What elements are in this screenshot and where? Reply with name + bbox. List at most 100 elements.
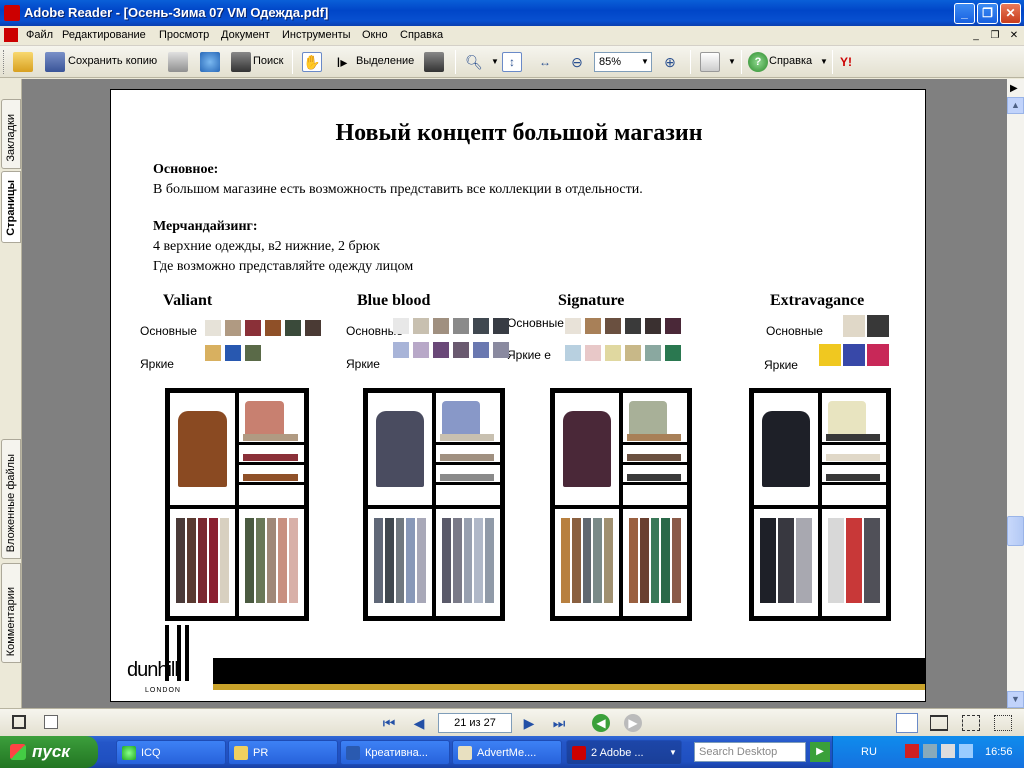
title-bar[interactable]: Adobe Reader - [Осень-Зима 07 VM Одежда.… [0, 0, 1024, 26]
panel-toggle-icon[interactable] [12, 715, 26, 729]
close-button[interactable]: ✕ [1000, 3, 1021, 24]
previous-page-button[interactable]: ◀ [410, 714, 428, 732]
language-indicator[interactable]: RU [861, 746, 877, 758]
help-icon[interactable]: ? [748, 52, 768, 72]
hanging-trousers [474, 517, 484, 603]
hanging-trousers [846, 517, 862, 603]
fit-width-icon[interactable]: ↔ [535, 52, 555, 72]
bright-swatch [565, 345, 581, 361]
search-button[interactable]: Поиск [253, 55, 283, 67]
scroll-down-button[interactable]: ▼ [1007, 691, 1024, 708]
page-layout-icon[interactable] [700, 52, 720, 72]
doc-minimize-button[interactable]: _ [968, 29, 984, 43]
help-button[interactable]: Справка [769, 55, 812, 67]
continuous-view-icon[interactable] [930, 715, 948, 731]
task-pr-label: PR [253, 747, 269, 759]
menu-help[interactable]: Справка [400, 29, 443, 41]
signature-basic-label: Основные [507, 316, 564, 330]
previous-view-button[interactable]: ◀ [592, 714, 610, 732]
doc-close-button[interactable]: ✕ [1006, 29, 1022, 43]
select-tool-button[interactable]: Выделение [356, 55, 414, 67]
zoom-out-icon[interactable]: ⊖ [567, 52, 587, 72]
next-view-button[interactable]: ▶ [624, 714, 642, 732]
task-adobe-reader-group[interactable]: 2 Adobe ... ▼ [566, 740, 682, 765]
wardrobe-shelf [170, 504, 304, 509]
brand-city: LONDON [145, 687, 181, 694]
tab-bookmarks[interactable]: Закладки [1, 99, 21, 169]
jacket [762, 411, 810, 487]
hanging-trousers [650, 517, 660, 603]
scroll-up-button[interactable]: ▲ [1007, 97, 1024, 114]
menu-view[interactable]: Просмотр [159, 29, 209, 41]
scroll-thumb[interactable] [1007, 516, 1024, 546]
folded-item [440, 454, 494, 462]
save-copy-button[interactable]: Сохранить копию [68, 55, 157, 67]
single-page-view-icon[interactable] [896, 713, 918, 733]
zoom-select-arrow-icon[interactable]: ▼ [641, 57, 649, 66]
task-pr-folder[interactable]: PR [228, 740, 338, 765]
binoculars-icon[interactable] [231, 52, 251, 72]
task-icq[interactable]: ICQ [116, 740, 226, 765]
tab-attachments[interactable]: Вложенные файлы [1, 439, 21, 559]
stack-shelf [820, 442, 886, 446]
print-icon[interactable] [168, 52, 188, 72]
hanging-trousers [571, 517, 581, 603]
vertical-scrollbar[interactable]: ▶ ▲ ▼ [1007, 79, 1024, 708]
fit-page-icon[interactable]: ↕ [502, 52, 522, 72]
email-globe-icon[interactable] [200, 52, 220, 72]
continuous-facing-view-icon[interactable] [994, 715, 1012, 731]
extravagance-bright-label: Яркие [764, 358, 798, 372]
snapshot-camera-icon[interactable] [424, 52, 444, 72]
page-number-field[interactable]: 21 из 27 [438, 713, 512, 733]
task-advertme[interactable]: AdvertMe.... [452, 740, 562, 765]
help-dropdown-icon[interactable]: ▼ [814, 52, 834, 72]
zoom-in-tool-icon[interactable]: 🔍︎ [464, 52, 484, 72]
facing-view-icon[interactable] [962, 715, 980, 731]
yahoo-toolbar-icon[interactable]: Y! [840, 52, 876, 72]
wardrobe-shelf [555, 504, 687, 509]
bright-swatch [453, 342, 469, 358]
hand-tool-icon[interactable]: ✋ [302, 52, 322, 72]
page-panel-icon[interactable] [44, 715, 58, 729]
menu-file[interactable]: Файл [26, 29, 53, 41]
open-folder-icon[interactable] [13, 52, 33, 72]
hanging-trousers [760, 517, 776, 603]
zoom-field[interactable]: 85% ▼ [594, 52, 652, 72]
brand-name: dunhill [127, 659, 179, 681]
document-viewport[interactable]: Новый концепт большой магазин Основное: … [22, 79, 1007, 708]
basic-swatch [205, 320, 221, 336]
hanging-trousers [452, 517, 462, 603]
menu-window[interactable]: Окно [362, 29, 388, 41]
last-page-button[interactable]: ⏭ [550, 714, 568, 732]
first-page-button[interactable]: ⏮ [380, 714, 398, 732]
text-select-icon[interactable]: I▸ [332, 52, 352, 72]
antivirus-icon[interactable] [905, 744, 919, 758]
hanging-trousers [639, 517, 649, 603]
stack-shelf [434, 462, 500, 466]
menu-edit[interactable]: Редактирование [62, 29, 146, 41]
tab-comments[interactable]: Комментарии [1, 563, 21, 663]
search-go-button[interactable]: ▶ [810, 742, 830, 762]
menu-tools[interactable]: Инструменты [282, 29, 351, 41]
tab-pages[interactable]: Страницы [1, 171, 21, 243]
stack-shelf [237, 462, 304, 466]
tray-app-icon[interactable] [959, 744, 973, 758]
desktop-search-input[interactable]: Search Desktop [694, 742, 806, 762]
layout-dropdown-icon[interactable]: ▼ [722, 52, 742, 72]
start-button[interactable]: пуск [0, 736, 98, 768]
menu-document[interactable]: Документ [221, 29, 270, 41]
next-page-button[interactable]: ▶ [520, 714, 538, 732]
stack-shelf [434, 442, 500, 446]
zoom-in-icon[interactable]: ⊕ [660, 52, 680, 72]
save-disk-icon[interactable] [45, 52, 65, 72]
task-word-document[interactable]: Креативна... [340, 740, 450, 765]
network-icon[interactable] [923, 744, 937, 758]
doc-restore-button[interactable]: ❐ [987, 29, 1003, 43]
panel-arrow-icon[interactable]: ▶ [1010, 83, 1018, 94]
basic-swatch [245, 320, 261, 336]
minimize-button[interactable]: _ [954, 3, 975, 24]
maximize-button[interactable]: ❐ [977, 3, 998, 24]
volume-icon[interactable] [941, 744, 955, 758]
toolbar-grip[interactable] [3, 50, 6, 74]
page-title: Новый концепт большой магазин [335, 120, 703, 146]
